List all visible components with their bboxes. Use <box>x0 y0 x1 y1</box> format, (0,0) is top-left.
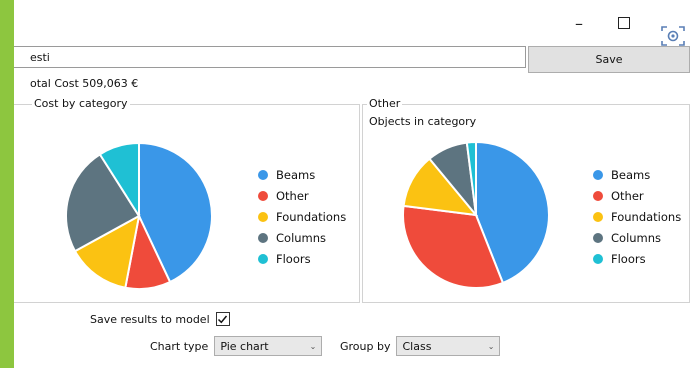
save-results-label: Save results to model <box>90 312 210 326</box>
legend-swatch <box>593 253 603 264</box>
group-by-value: Class <box>402 339 432 353</box>
chevron-down-icon: ⌄ <box>309 341 317 351</box>
legend-label: Beams <box>276 167 316 182</box>
total-cost-label: otal Cost 509,063 € <box>30 77 139 90</box>
legend-label: Other <box>276 188 309 203</box>
maximize-button[interactable] <box>612 12 636 34</box>
cost-by-category-legend: Cost by category <box>32 97 130 110</box>
legend-label: Other <box>611 188 644 203</box>
chevron-down-icon: ⌄ <box>487 341 495 351</box>
legend-swatch <box>593 190 603 201</box>
minimize-button[interactable]: – <box>567 12 591 34</box>
legend-swatch <box>258 211 268 222</box>
legend-item-foundations: Foundations <box>593 206 681 227</box>
chart-type-label: Chart type <box>150 339 209 353</box>
legend-label: Columns <box>276 230 327 245</box>
legend-item-other: Other <box>593 185 681 206</box>
legend-label: Beams <box>611 167 651 182</box>
legend-item-columns: Columns <box>258 227 346 248</box>
legend-item-other: Other <box>258 185 346 206</box>
save-button[interactable]: Save <box>528 46 690 73</box>
cost-chart-legend: Beams Other Foundations Columns Floors <box>258 164 346 269</box>
legend-swatch <box>258 190 268 201</box>
save-button-label: Save <box>595 53 623 66</box>
legend-swatch <box>593 211 603 222</box>
minimize-icon: – <box>575 13 583 33</box>
legend-item-beams: Beams <box>258 164 346 185</box>
cost-by-category-group: Cost by category Beams Other Foundations Co… <box>14 97 360 303</box>
save-results-row: Save results to model <box>90 312 230 326</box>
chart-type-select[interactable]: Pie chart ⌄ <box>214 336 323 356</box>
legend-label: Foundations <box>276 209 347 224</box>
save-results-checkbox[interactable] <box>215 312 230 326</box>
legend-item-floors: Floors <box>258 248 346 269</box>
objects-in-category-subtitle: Objects in category <box>369 115 477 128</box>
group-by-row: Group by Class ⌄ <box>340 336 501 356</box>
objects-chart-legend: Beams Other Foundations Columns Floors <box>593 164 681 269</box>
legend-swatch <box>258 232 268 243</box>
legend-swatch <box>593 232 603 243</box>
legend-label: Floors <box>611 251 646 266</box>
legend-item-foundations: Foundations <box>258 206 346 227</box>
legend-swatch <box>258 253 268 264</box>
cost-pie-chart[interactable] <box>64 141 214 291</box>
title-bar: – <box>14 0 690 46</box>
maximize-icon <box>618 17 630 29</box>
group-by-select[interactable]: Class ⌄ <box>396 336 501 356</box>
category-objects-legend: Other <box>367 97 403 110</box>
group-by-label: Group by <box>340 339 391 353</box>
legend-label: Foundations <box>611 209 682 224</box>
objects-pie-chart[interactable] <box>401 140 551 290</box>
chart-type-row: Chart type Pie chart ⌄ <box>150 336 323 356</box>
legend-item-columns: Columns <box>593 227 681 248</box>
legend-swatch <box>593 169 603 180</box>
app-window: – Save otal Cost 509,063 € Cost by categ… <box>14 0 690 368</box>
legend-item-floors: Floors <box>593 248 681 269</box>
estimate-name-input[interactable] <box>14 46 526 68</box>
legend-label: Floors <box>276 251 311 266</box>
legend-swatch <box>258 169 268 180</box>
legend-item-beams: Beams <box>593 164 681 185</box>
checkmark-icon <box>218 315 228 323</box>
chart-type-value: Pie chart <box>220 339 269 353</box>
category-objects-group: Other Objects in category Beams Other Foun… <box>362 97 690 303</box>
legend-label: Columns <box>611 230 662 245</box>
